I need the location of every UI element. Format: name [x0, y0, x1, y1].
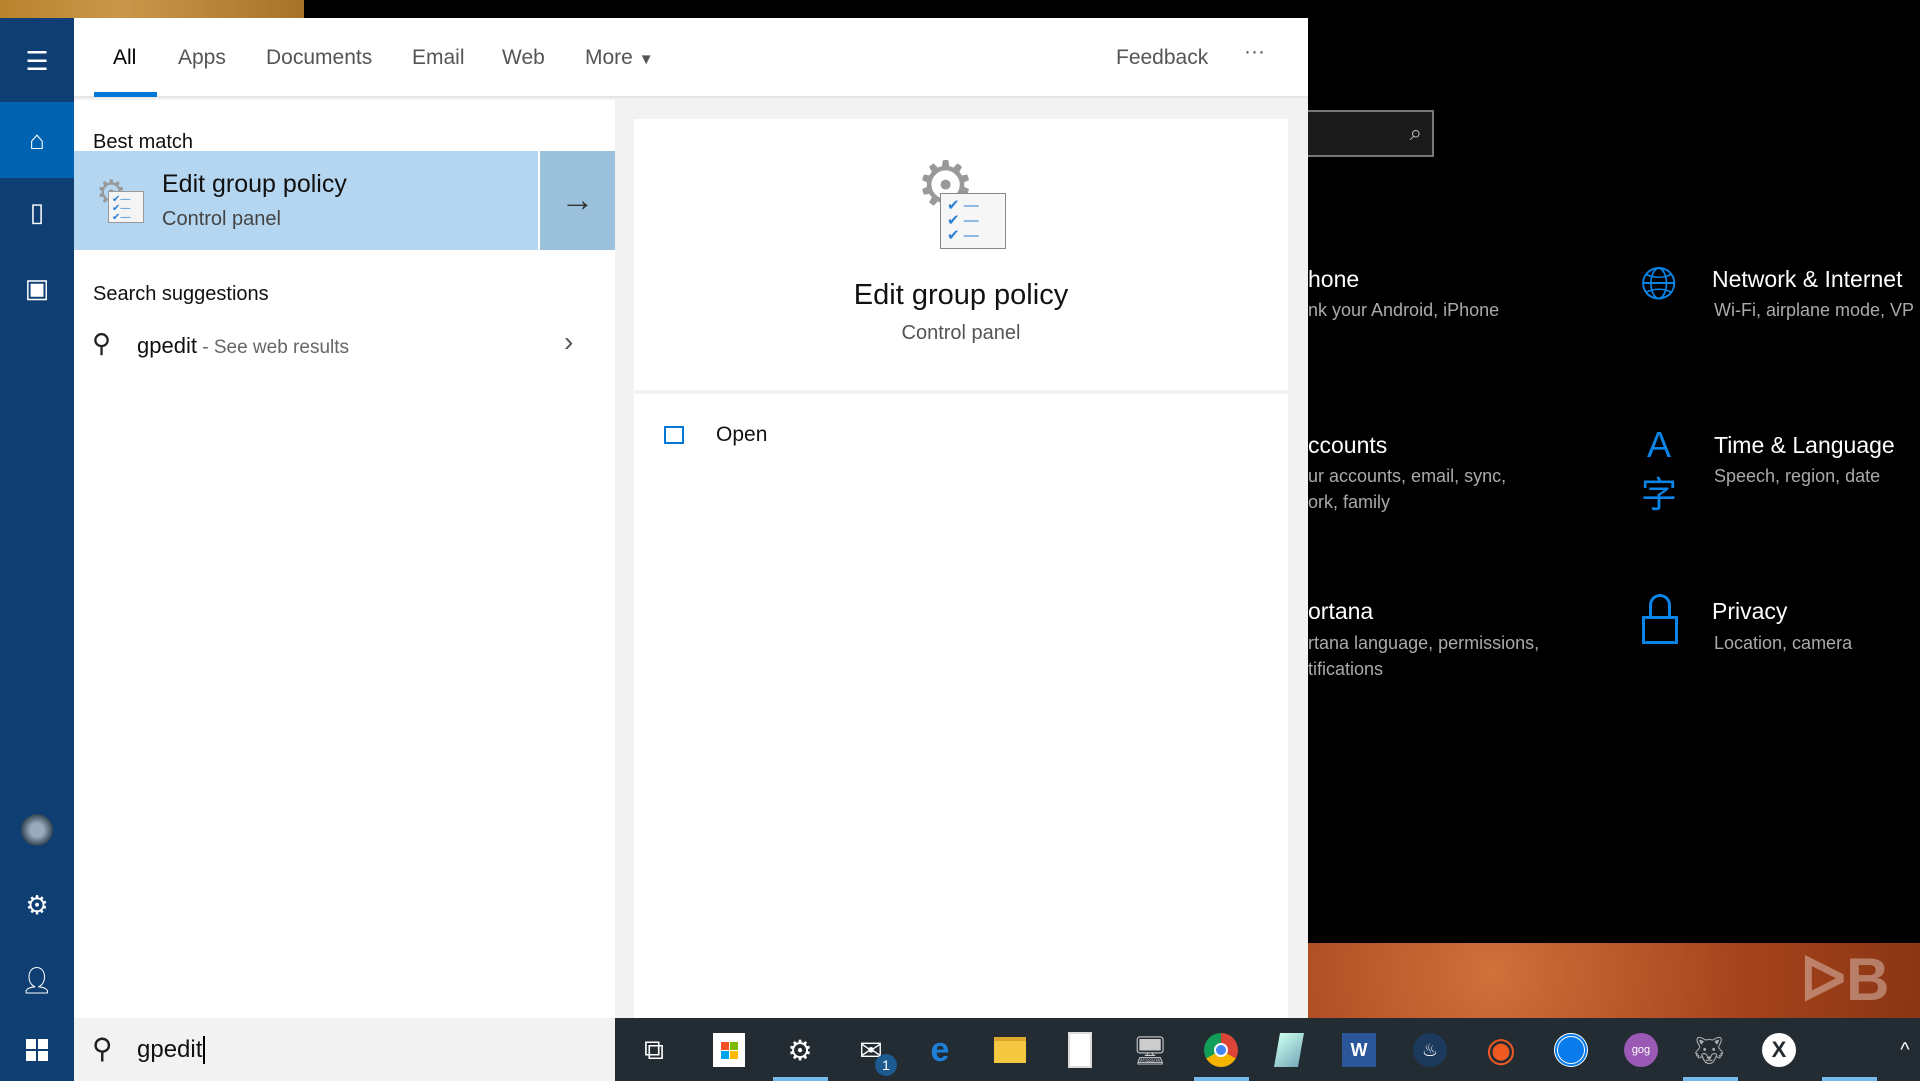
lock-icon	[1642, 594, 1678, 644]
settings-gear-icon[interactable]: ⚙	[0, 867, 74, 943]
running-indicator	[773, 1077, 828, 1081]
notebook-icon[interactable]: ▯	[0, 174, 74, 250]
start-button[interactable]	[0, 1018, 74, 1081]
tab-more-label: More	[585, 46, 633, 69]
search-icon: ⚲	[92, 1033, 113, 1064]
tab-all[interactable]: All	[113, 46, 136, 70]
home-icon[interactable]: ⌂	[0, 102, 74, 178]
gog-icon[interactable]: gog	[1619, 1028, 1663, 1072]
search-tabs: All Apps Documents Email Web More ▼ Feed…	[74, 18, 1308, 98]
devices-icon[interactable]: ▣	[0, 250, 74, 326]
uplay-icon[interactable]	[1549, 1028, 1593, 1072]
mail-badge: 1	[875, 1054, 897, 1076]
running-indicator	[1683, 1077, 1738, 1081]
settings-item-subtitle: Wi-Fi, airplane mode, VP	[1714, 300, 1915, 320]
task-view-icon[interactable]: ⧉	[632, 1028, 676, 1072]
settings-item-title[interactable]: Time & Language	[1714, 432, 1895, 459]
tab-more[interactable]: More ▼	[585, 46, 654, 70]
edge-icon[interactable]: e	[918, 1028, 962, 1072]
arrow-right-icon[interactable]: →	[540, 151, 615, 250]
start-sidebar: ☰ ⌂ ▯ ▣ ⚙ 👤︎	[0, 18, 74, 1018]
suggestion-suffix: - See web results	[196, 337, 350, 358]
calculator-icon[interactable]	[1058, 1028, 1102, 1072]
preview-subtitle: Control panel	[901, 322, 1021, 344]
search-panel: All Apps Documents Email Web More ▼ Feed…	[74, 18, 1308, 1018]
settings-item-title[interactable]: ccounts	[1308, 432, 1387, 459]
desktop-wallpaper	[0, 0, 304, 18]
running-indicator	[1822, 1077, 1877, 1081]
group-policy-icon: ⚙ ✔ — ✔ — ✔ —	[916, 148, 1008, 251]
results-list: Best match ⚙ ✔—✔—✔— Edit group policy Co…	[74, 100, 615, 1018]
settings-item-subtitle: Speech, region, date	[1714, 466, 1881, 486]
open-label: Open	[716, 423, 768, 446]
remote-desktop-icon[interactable]: 🖥︎	[1128, 1028, 1172, 1072]
chrome-icon[interactable]	[1199, 1028, 1243, 1072]
tab-apps[interactable]: Apps	[178, 46, 226, 70]
globe-icon: 🌐︎	[1640, 257, 1678, 309]
settings-item-title[interactable]: Network & Internet	[1712, 266, 1902, 293]
taskbar: ⧉ ⚙ ✉ 1 e 🖥︎ W ♨ ◉ gog 🐺︎ X ^	[615, 1018, 1920, 1081]
settings-item-subtitle: nk your Android, iPhone	[1308, 300, 1500, 320]
origin-icon[interactable]: ◉	[1479, 1028, 1523, 1072]
xbox-icon[interactable]: X	[1757, 1028, 1801, 1072]
open-icon	[664, 426, 684, 444]
feedback-button[interactable]: Feedback	[1116, 46, 1208, 70]
web-suggestion-item[interactable]: ⚲ gpedit - See web results ›	[74, 314, 615, 376]
avatar[interactable]	[0, 792, 74, 868]
chevron-right-icon: ›	[564, 326, 574, 357]
notes-icon[interactable]	[1267, 1028, 1311, 1072]
chevron-up-icon[interactable]: ^	[1883, 1028, 1920, 1072]
search-input[interactable]: gpedit	[137, 1036, 206, 1064]
preview-card: ⚙ ✔ — ✔ — ✔ — Edit group policy Control pa…	[634, 119, 1288, 390]
group-policy-icon: ⚙ ✔—✔—✔—	[96, 173, 146, 225]
more-options-button[interactable]: ···	[1244, 40, 1265, 64]
steam-icon[interactable]: ♨	[1408, 1028, 1452, 1072]
bing-logo: ᐅB	[1800, 946, 1890, 1013]
time-language-icon: A字	[1640, 424, 1677, 515]
tab-email[interactable]: Email	[412, 46, 465, 70]
best-match-subtitle: Control panel	[162, 208, 281, 230]
word-icon[interactable]: W	[1337, 1028, 1381, 1072]
settings-icon[interactable]: ⚙	[778, 1028, 822, 1072]
preview-actions: Open	[634, 394, 1288, 1018]
open-action[interactable]: Open	[664, 422, 864, 458]
settings-item-title[interactable]: hone	[1308, 266, 1359, 293]
store-icon[interactable]	[707, 1028, 751, 1072]
suggestion-query: gpedit	[137, 333, 197, 358]
best-match-title: Edit group policy	[162, 170, 347, 198]
tab-documents[interactable]: Documents	[266, 46, 372, 70]
best-match-item[interactable]: ⚙ ✔—✔—✔— Edit group policy Control panel	[74, 151, 538, 250]
mail-icon[interactable]: ✉ 1	[849, 1028, 897, 1076]
active-tab-indicator	[94, 92, 157, 97]
running-indicator	[1194, 1077, 1249, 1081]
settings-item-subtitle: rtana language, permissions,	[1308, 633, 1540, 653]
preview-title: Edit group policy	[853, 279, 1069, 311]
settings-item-title[interactable]: ortana	[1308, 598, 1373, 625]
search-icon: ⚲	[92, 328, 112, 358]
settings-item-subtitle: ur accounts, email, sync,	[1308, 466, 1507, 486]
search-icon: ⌕	[1409, 120, 1422, 145]
settings-item-subtitle: ork, family	[1308, 492, 1391, 512]
search-box[interactable]: ⚲ gpedit	[74, 1018, 615, 1081]
gimp-icon[interactable]: 🐺︎	[1687, 1028, 1731, 1072]
settings-item-title[interactable]: Privacy	[1712, 598, 1787, 625]
windows-logo-icon	[26, 1038, 48, 1061]
tab-web[interactable]: Web	[502, 46, 545, 70]
settings-item-subtitle: tifications	[1308, 659, 1384, 679]
settings-item-subtitle: Location, camera	[1714, 633, 1853, 653]
file-explorer-icon[interactable]	[988, 1028, 1032, 1072]
search-suggestions-header: Search suggestions	[93, 283, 269, 305]
settings-search-box[interactable]: ⌕	[1300, 110, 1434, 157]
caret-down-icon: ▼	[638, 51, 654, 68]
hamburger-menu-icon[interactable]: ☰	[0, 23, 74, 99]
feedback-person-icon[interactable]: 👤︎	[0, 942, 74, 1018]
